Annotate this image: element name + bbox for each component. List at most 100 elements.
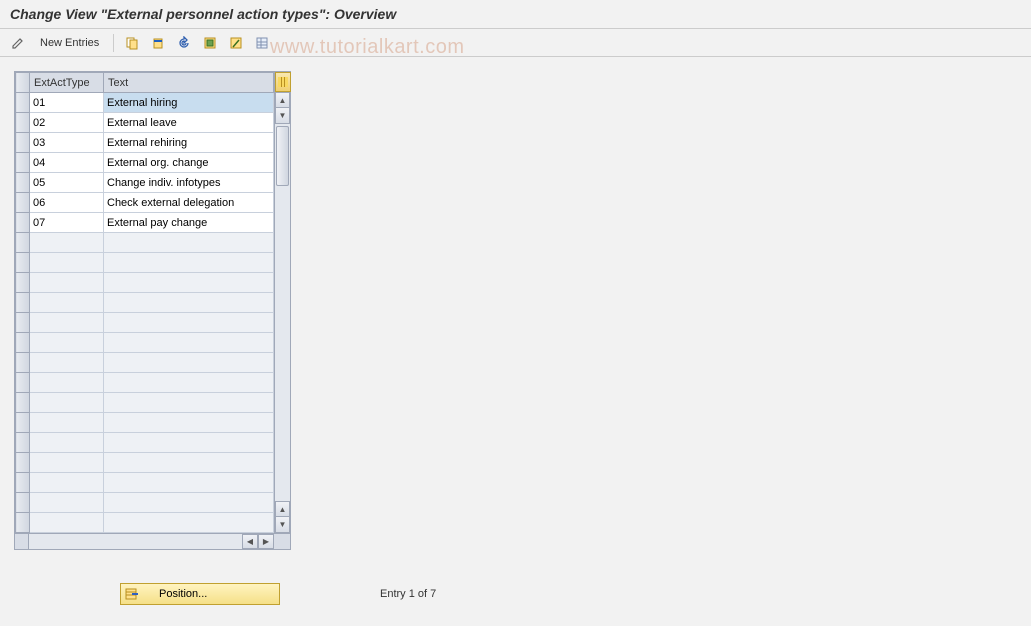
row-selector[interactable] — [16, 273, 30, 293]
vertical-scrollbar[interactable]: ▲ ▼ ▲ ▼ — [274, 72, 290, 533]
cell-ext-act-type[interactable] — [30, 313, 104, 333]
cell-ext-act-type[interactable]: 01 — [30, 93, 104, 113]
hscroll-track[interactable] — [29, 534, 242, 549]
cell-text[interactable] — [104, 433, 274, 453]
table-row[interactable] — [16, 253, 274, 273]
copy-as-icon[interactable] — [122, 33, 142, 53]
cell-text[interactable]: External leave — [104, 113, 274, 133]
row-selector[interactable] — [16, 293, 30, 313]
cell-ext-act-type[interactable] — [30, 293, 104, 313]
cell-text[interactable] — [104, 453, 274, 473]
horizontal-scrollbar[interactable]: ◀ ▶ — [15, 533, 290, 549]
table-row[interactable]: 05Change indiv. infotypes — [16, 173, 274, 193]
scroll-down-bottom-icon[interactable]: ▼ — [275, 517, 290, 533]
table-row[interactable]: 03External rehiring — [16, 133, 274, 153]
table-row[interactable] — [16, 313, 274, 333]
row-selector[interactable] — [16, 493, 30, 513]
cell-text[interactable] — [104, 373, 274, 393]
cell-text[interactable] — [104, 233, 274, 253]
cell-ext-act-type[interactable] — [30, 253, 104, 273]
row-selector[interactable] — [16, 133, 30, 153]
cell-ext-act-type[interactable] — [30, 333, 104, 353]
row-selector[interactable] — [16, 233, 30, 253]
cell-ext-act-type[interactable] — [30, 493, 104, 513]
cell-text[interactable] — [104, 353, 274, 373]
table-row[interactable]: 02External leave — [16, 113, 274, 133]
table-row[interactable] — [16, 373, 274, 393]
row-selector[interactable] — [16, 433, 30, 453]
cell-text[interactable] — [104, 253, 274, 273]
row-selector[interactable] — [16, 473, 30, 493]
cell-ext-act-type[interactable]: 03 — [30, 133, 104, 153]
table-row[interactable] — [16, 233, 274, 253]
table-row[interactable] — [16, 433, 274, 453]
cell-text[interactable]: Change indiv. infotypes — [104, 173, 274, 193]
cell-ext-act-type[interactable] — [30, 513, 104, 533]
cell-ext-act-type[interactable]: 07 — [30, 213, 104, 233]
cell-ext-act-type[interactable] — [30, 353, 104, 373]
cell-text[interactable] — [104, 493, 274, 513]
cell-ext-act-type[interactable] — [30, 453, 104, 473]
row-selector[interactable] — [16, 253, 30, 273]
cell-text[interactable] — [104, 393, 274, 413]
table-row[interactable]: 01External hiring — [16, 93, 274, 113]
new-entries-button[interactable]: New Entries — [34, 35, 105, 51]
row-selector[interactable] — [16, 213, 30, 233]
cell-text[interactable] — [104, 293, 274, 313]
row-selector[interactable] — [16, 413, 30, 433]
table-row[interactable] — [16, 333, 274, 353]
vscroll-thumb[interactable] — [276, 126, 289, 186]
scroll-right-icon[interactable]: ▶ — [258, 534, 274, 549]
row-selector[interactable] — [16, 193, 30, 213]
undo-change-icon[interactable] — [174, 33, 194, 53]
row-selector[interactable] — [16, 353, 30, 373]
cell-ext-act-type[interactable]: 05 — [30, 173, 104, 193]
cell-ext-act-type[interactable]: 02 — [30, 113, 104, 133]
row-selector[interactable] — [16, 393, 30, 413]
table-row[interactable] — [16, 393, 274, 413]
row-selector-header[interactable] — [16, 73, 30, 93]
row-selector[interactable] — [16, 93, 30, 113]
cell-ext-act-type[interactable] — [30, 473, 104, 493]
cell-text[interactable] — [104, 333, 274, 353]
row-selector[interactable] — [16, 313, 30, 333]
table-settings-icon[interactable] — [252, 33, 272, 53]
toggle-display-change-icon[interactable] — [8, 33, 28, 53]
table-row[interactable] — [16, 353, 274, 373]
row-selector[interactable] — [16, 333, 30, 353]
select-all-icon[interactable] — [200, 33, 220, 53]
cell-text[interactable]: External pay change — [104, 213, 274, 233]
cell-ext-act-type[interactable]: 06 — [30, 193, 104, 213]
configure-columns-icon[interactable] — [275, 72, 291, 92]
cell-text[interactable]: External org. change — [104, 153, 274, 173]
row-selector[interactable] — [16, 153, 30, 173]
cell-ext-act-type[interactable]: 04 — [30, 153, 104, 173]
table-row[interactable] — [16, 293, 274, 313]
cell-ext-act-type[interactable] — [30, 433, 104, 453]
cell-ext-act-type[interactable] — [30, 233, 104, 253]
scroll-left-icon[interactable]: ◀ — [242, 534, 258, 549]
cell-text[interactable]: External rehiring — [104, 133, 274, 153]
row-selector[interactable] — [16, 513, 30, 533]
table-row[interactable]: 06Check external delegation — [16, 193, 274, 213]
cell-ext-act-type[interactable] — [30, 413, 104, 433]
table-row[interactable] — [16, 473, 274, 493]
cell-text[interactable]: External hiring — [104, 93, 274, 113]
cell-text[interactable]: Check external delegation — [104, 193, 274, 213]
cell-text[interactable] — [104, 413, 274, 433]
table-row[interactable] — [16, 273, 274, 293]
column-header-text[interactable]: Text — [104, 73, 274, 93]
cell-text[interactable] — [104, 513, 274, 533]
scroll-down-icon[interactable]: ▼ — [275, 108, 290, 124]
cell-ext-act-type[interactable] — [30, 373, 104, 393]
cell-text[interactable] — [104, 473, 274, 493]
row-selector[interactable] — [16, 373, 30, 393]
table-row[interactable]: 07External pay change — [16, 213, 274, 233]
position-button[interactable]: Position... — [120, 583, 280, 605]
row-selector[interactable] — [16, 453, 30, 473]
cell-ext-act-type[interactable] — [30, 393, 104, 413]
scroll-up-bottom-icon[interactable]: ▲ — [275, 501, 290, 517]
table-row[interactable]: 04External org. change — [16, 153, 274, 173]
delete-icon[interactable] — [148, 33, 168, 53]
cell-ext-act-type[interactable] — [30, 273, 104, 293]
